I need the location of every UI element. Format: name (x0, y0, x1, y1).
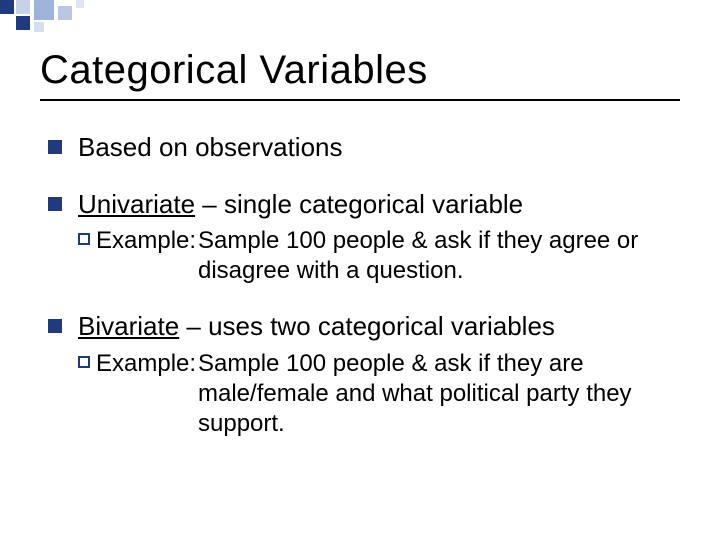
open-square-bullet-icon (78, 233, 90, 245)
bullet-item: Bivariate – uses two categorical variabl… (48, 310, 680, 439)
term-univariate: Univariate (78, 189, 195, 219)
slide-title: Categorical Variables (40, 48, 680, 93)
bullet-list: Based on observations Univariate – singl… (40, 131, 680, 439)
sub-bullet: Example: Sample 100 people & ask if they… (78, 226, 680, 286)
square-bullet-icon (48, 319, 62, 333)
square-bullet-icon (48, 197, 62, 211)
bullet-item: Based on observations (48, 131, 680, 164)
example-text: Sample 100 people & ask if they are male… (198, 350, 632, 437)
bullet-rest: – uses two categorical variables (179, 311, 555, 341)
corner-decoration (0, 0, 160, 34)
bullet-item: Univariate – single categorical variable… (48, 188, 680, 287)
example-text: Sample 100 people & ask if they agree or… (198, 227, 638, 284)
example-label: Example: (96, 349, 196, 379)
bullet-text: Based on observations (78, 132, 343, 162)
sub-bullet: Example: Sample 100 people & ask if they… (78, 349, 680, 439)
open-square-bullet-icon (78, 356, 90, 368)
square-bullet-icon (48, 140, 62, 154)
title-rule (40, 99, 680, 101)
example-label: Example: (96, 226, 196, 256)
term-bivariate: Bivariate (78, 311, 179, 341)
slide: Categorical Variables Based on observati… (0, 0, 720, 439)
bullet-rest: – single categorical variable (195, 189, 523, 219)
